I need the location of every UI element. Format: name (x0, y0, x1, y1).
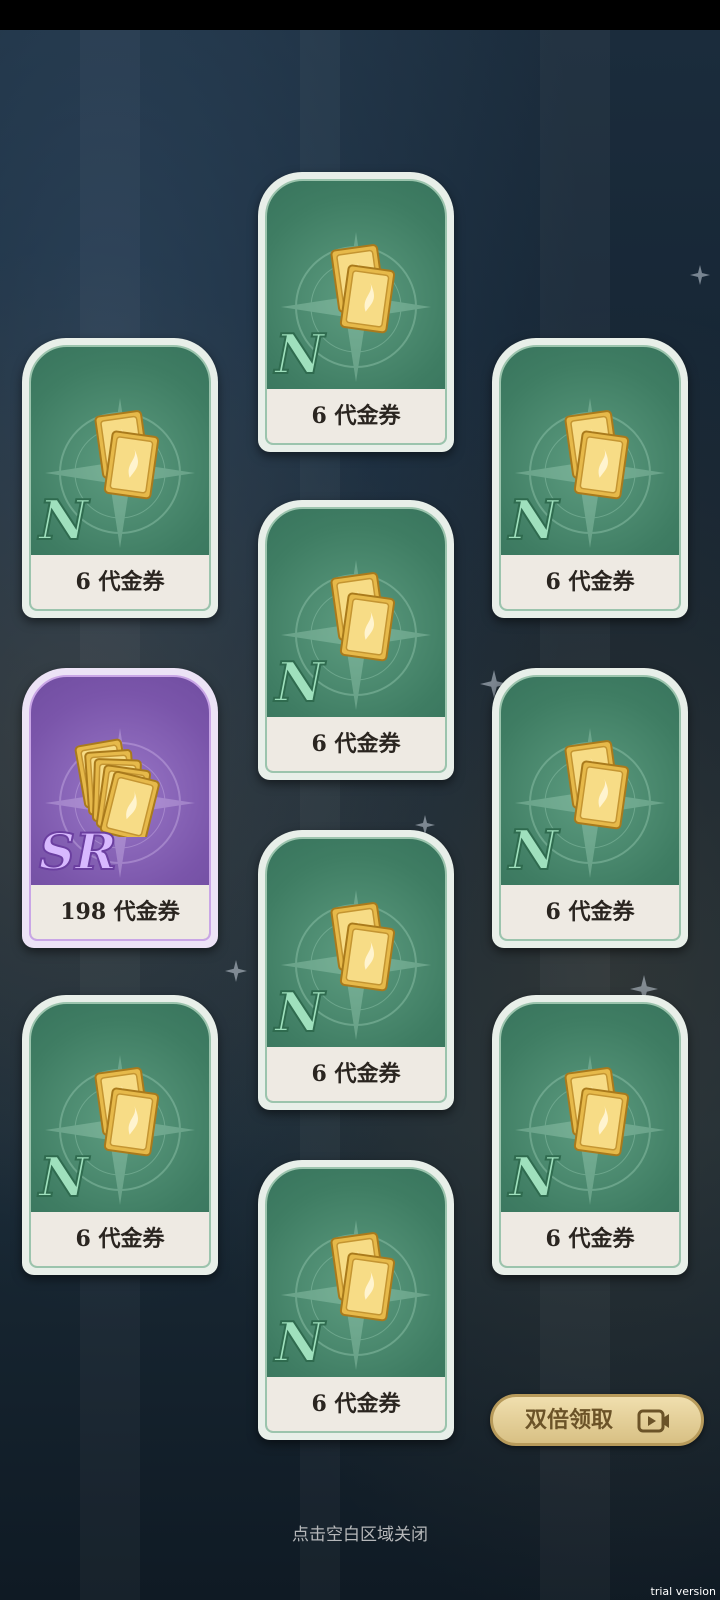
reward-label: 6 代金券 (267, 1377, 445, 1431)
reward-card[interactable]: N6 代金券 (22, 338, 218, 618)
reward-label: 6 代金券 (267, 717, 445, 771)
card-art: N6 代金券 (499, 345, 681, 611)
card-art: N6 代金券 (29, 345, 211, 611)
reward-label: 6 代金券 (267, 1047, 445, 1101)
rarity-badge: N (508, 488, 559, 552)
rarity-badge: N (508, 1145, 559, 1209)
rarity-badge: N (274, 980, 325, 1044)
card-art: N6 代金券 (29, 1002, 211, 1268)
card-art: N6 代金券 (499, 1002, 681, 1268)
rarity-badge: SR (38, 822, 118, 881)
double-claim-button[interactable]: 双倍领取 (490, 1394, 704, 1446)
reward-label: 6 代金券 (501, 1212, 679, 1266)
rarity-badge: N (274, 1310, 325, 1374)
reward-label: 6 代金券 (501, 555, 679, 609)
card-art: N6 代金券 (265, 837, 447, 1103)
reward-card[interactable]: N6 代金券 (492, 995, 688, 1275)
reward-label: 6 代金券 (267, 389, 445, 443)
card-art: N6 代金券 (499, 675, 681, 941)
reward-card[interactable]: N6 代金券 (492, 668, 688, 948)
close-hint: 点击空白区域关闭 (292, 1525, 428, 1545)
reward-card[interactable]: N6 代金券 (258, 172, 454, 452)
rarity-badge: N (508, 818, 559, 882)
reward-card[interactable]: N6 代金券 (258, 1160, 454, 1440)
reward-card[interactable]: N6 代金券 (22, 995, 218, 1275)
reward-card[interactable]: N6 代金券 (258, 500, 454, 780)
watermark: trial version (650, 1585, 716, 1598)
rarity-badge: N (38, 1145, 89, 1209)
status-bar (0, 0, 720, 30)
rarity-badge: N (38, 488, 89, 552)
reward-card[interactable]: SR 198 代金券 (22, 668, 218, 948)
card-art: N6 代金券 (265, 1167, 447, 1433)
reward-card[interactable]: N6 代金券 (492, 338, 688, 618)
reward-label: 6 代金券 (31, 1212, 209, 1266)
card-art: N6 代金券 (265, 179, 447, 445)
reward-card[interactable]: N6 代金券 (258, 830, 454, 1110)
reward-label: 198 代金券 (31, 885, 209, 939)
rarity-badge: N (274, 322, 325, 386)
reward-label: 6 代金券 (501, 885, 679, 939)
card-art: SR 198 代金券 (29, 675, 211, 941)
video-play-icon (637, 1409, 669, 1433)
reward-label: 6 代金券 (31, 555, 209, 609)
double-claim-label: 双倍领取 (525, 1407, 614, 1433)
rarity-badge: N (274, 650, 325, 714)
card-art: N6 代金券 (265, 507, 447, 773)
ticket-stack-icon (74, 738, 160, 837)
